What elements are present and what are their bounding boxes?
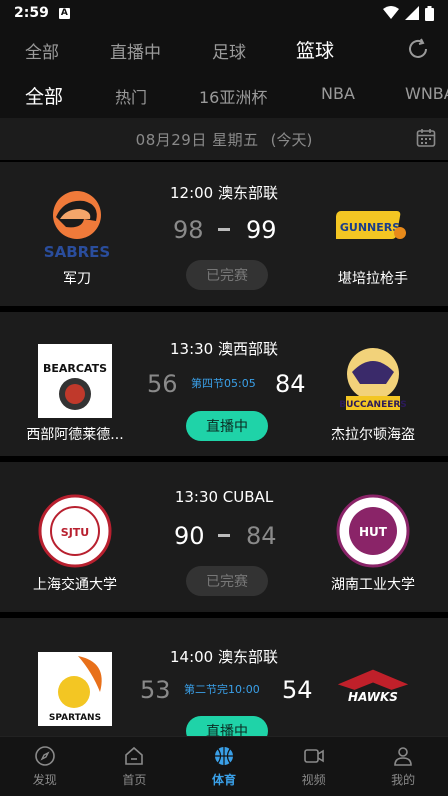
svg-text:BUCCANEERS: BUCCANEERS — [339, 400, 407, 410]
match-card[interactable]: 12:00 澳东部联 SABRES 军刀 98 99 已完赛 GUNNERS 堪… — [0, 162, 448, 306]
league-tab-hot[interactable]: 热门 — [115, 84, 147, 108]
team-logo: HAWKS — [336, 652, 410, 726]
team-logo: BUCCANEERS — [336, 344, 410, 418]
home-team-name: 军刀 — [63, 271, 91, 287]
status-bar: 2:59 A — [0, 0, 448, 26]
home-team-name: 上海交通大学 — [33, 577, 117, 593]
today-label: (今天) — [270, 130, 313, 149]
away-team: GUNNERS 堪培拉枪手 — [298, 188, 448, 288]
nav-home[interactable]: 首页 — [90, 737, 180, 796]
nav-video-label: 视频 — [301, 773, 326, 787]
game-period: 第四节05:05 — [191, 377, 256, 390]
battery-icon — [425, 5, 434, 21]
match-status-button[interactable]: 已完赛 — [186, 566, 268, 596]
score-separator — [218, 228, 230, 231]
calendar-icon[interactable] — [416, 128, 436, 148]
svg-text:SABRES: SABRES — [44, 243, 110, 261]
tab-all[interactable]: 全部 — [25, 38, 59, 63]
home-score: 53 — [140, 676, 171, 704]
nav-home-label: 首页 — [122, 773, 147, 787]
refresh-icon[interactable] — [406, 37, 430, 61]
team-logo: BEARCATS — [38, 344, 112, 418]
away-team-name: 湖南工业大学 — [331, 577, 415, 593]
nav-profile-label: 我的 — [391, 773, 416, 787]
nav-sports[interactable]: 体育 — [179, 737, 269, 796]
home-team: BEARCATS 西部阿德莱德... — [0, 344, 150, 444]
home-score: 90 — [174, 522, 205, 550]
away-score: 99 — [246, 216, 277, 244]
league-tab-asia-cup[interactable]: 16亚洲杯 — [199, 84, 267, 108]
nav-discover[interactable]: 发现 — [0, 737, 90, 796]
svg-text:SJTU: SJTU — [61, 526, 89, 539]
league-nav: 全部 热门 16亚洲杯 NBA WNBA — [0, 72, 448, 118]
away-team-name: 杰拉尔顿海盗 — [331, 427, 415, 443]
nav-discover-label: 发现 — [32, 773, 57, 787]
top-nav: 全部 直播中 足球 篮球 — [0, 26, 448, 72]
tab-live[interactable]: 直播中 — [110, 38, 161, 63]
svg-text:BEARCATS: BEARCATS — [43, 362, 107, 375]
score-separator — [218, 534, 230, 537]
away-team-name: 堪培拉枪手 — [338, 271, 408, 287]
status-time: 2:59 — [14, 5, 49, 21]
away-team: HUT 湖南工业大学 — [298, 494, 448, 594]
game-period: 第二节完10:00 — [184, 683, 260, 696]
user-icon — [394, 747, 412, 766]
wifi-icon — [383, 6, 399, 19]
away-team: HAWKS — [298, 652, 448, 732]
home-team: SJTU 上海交通大学 — [0, 494, 150, 594]
team-logo: HUT — [336, 494, 410, 568]
home-team: SPARTANS — [0, 652, 150, 732]
video-icon — [303, 749, 324, 763]
tab-football[interactable]: 足球 — [212, 38, 246, 63]
home-icon — [125, 746, 144, 765]
match-card[interactable]: 13:30 CUBAL SJTU 上海交通大学 90 84 已完赛 HUT 湖南… — [0, 462, 448, 612]
signal-icon — [405, 6, 419, 20]
match-status-button[interactable]: 直播中 — [186, 411, 268, 441]
match-card[interactable]: 13:30 澳西部联 BEARCATS 西部阿德莱德... 56 第四节05:0… — [0, 312, 448, 456]
home-team-name: 西部阿德莱德... — [26, 427, 124, 443]
svg-text:HUT: HUT — [359, 525, 388, 539]
nav-sports-label: 体育 — [211, 773, 236, 787]
home-team: SABRES 军刀 — [2, 188, 152, 288]
team-logo: SPARTANS — [38, 652, 112, 726]
bottom-nav: 发现 首页 体育 视频 我的 — [0, 736, 448, 796]
compass-icon — [34, 746, 55, 766]
svg-text:SPARTANS: SPARTANS — [49, 713, 101, 723]
tab-basketball[interactable]: 篮球 — [296, 36, 334, 63]
svg-text:HAWKS: HAWKS — [348, 690, 398, 704]
team-logo: GUNNERS — [336, 188, 410, 262]
league-tab-wnba[interactable]: WNBA — [405, 84, 448, 103]
away-score: 84 — [246, 522, 277, 550]
team-logo: SJTU — [38, 494, 112, 568]
date-bar: 08月29日 星期五 (今天) — [0, 118, 448, 160]
away-team: BUCCANEERS 杰拉尔顿海盗 — [298, 344, 448, 444]
notification-a-icon: A — [58, 7, 70, 19]
team-logo: SABRES — [40, 188, 114, 262]
league-tab-nba[interactable]: NBA — [321, 84, 355, 103]
date-label: 08月29日 星期五 — [135, 130, 259, 149]
svg-text:GUNNERS: GUNNERS — [340, 221, 400, 234]
nav-video[interactable]: 视频 — [269, 737, 359, 796]
home-score: 98 — [173, 216, 204, 244]
basketball-icon — [214, 747, 233, 765]
nav-profile[interactable]: 我的 — [358, 737, 448, 796]
match-status-button[interactable]: 已完赛 — [186, 260, 268, 290]
home-score: 56 — [147, 370, 178, 398]
league-tab-all[interactable]: 全部 — [25, 82, 63, 109]
